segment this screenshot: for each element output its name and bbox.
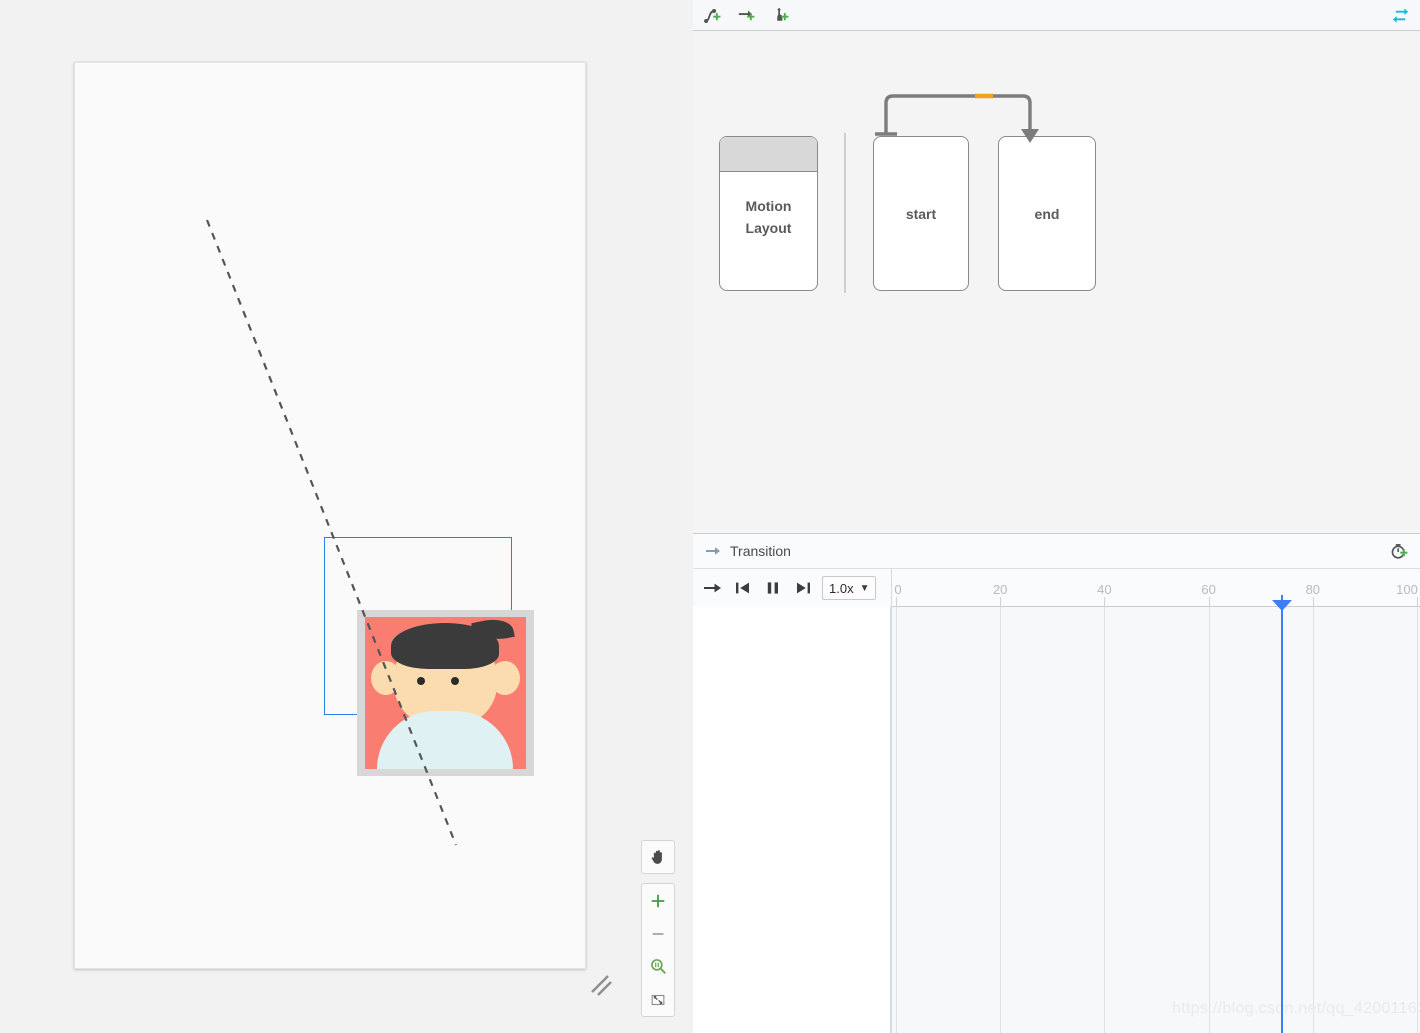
timeline-track-gutter: [693, 607, 891, 1033]
plus-icon: [651, 894, 665, 907]
timeline-tick-label: 100: [1396, 582, 1418, 597]
motion-scene-overview[interactable]: Motion Layout start end: [693, 31, 1420, 534]
timeline-tick-label: 0: [894, 582, 902, 597]
chevron-down-icon: ▼: [859, 582, 870, 594]
timeline-grid-line: [896, 607, 897, 1033]
swap-constraints-button[interactable]: [1386, 1, 1415, 30]
scene-divider: [844, 133, 846, 293]
swap-arrows-icon: [1392, 8, 1409, 23]
timeline-tick-mark: [1208, 597, 1210, 606]
timeline-grid-line: [1208, 607, 1210, 1033]
illustration-shirt: [377, 711, 513, 769]
playback-speed-value: 1.0x: [829, 580, 854, 596]
motion-editor-toolbar: [693, 0, 1420, 31]
create-onswipe-button[interactable]: [766, 1, 795, 30]
avatar-illustration: [365, 617, 526, 769]
playback-controls[interactable]: 1.0x ▼: [693, 569, 891, 607]
add-onclick-icon: [738, 10, 755, 21]
zoom-out-button[interactable]: [642, 917, 674, 950]
magnifier-icon: [650, 959, 666, 975]
design-surface[interactable]: [0, 0, 693, 1033]
create-onclick-button[interactable]: [732, 1, 761, 30]
transition-arrow-icon: [706, 547, 720, 555]
timeline-grid-line: [1104, 607, 1106, 1033]
timeline-tick-mark: [1417, 597, 1418, 606]
avatar-image-view[interactable]: [357, 610, 534, 776]
transition-panel-header: Transition: [693, 534, 1420, 569]
pause-icon: [767, 582, 778, 594]
playback-speed-dropdown[interactable]: 1.0x ▼: [822, 576, 877, 600]
pan-tool-button[interactable]: [641, 840, 675, 874]
add-transition-icon: [704, 9, 721, 24]
fit-screen-button[interactable]: [642, 983, 674, 1016]
arrow-right-icon: [703, 583, 721, 593]
timeline-tick-mark: [1312, 597, 1314, 606]
motion-layout-label-line1: Motion: [745, 198, 792, 215]
timeline-tick-mark: [896, 597, 897, 606]
timeline-grid-line: [1417, 607, 1418, 1033]
play-forward-button[interactable]: [703, 579, 722, 598]
timeline-grid-line: [1312, 607, 1314, 1033]
timeline-tick-mark: [1104, 597, 1106, 606]
pause-button[interactable]: [763, 579, 782, 598]
motion-editor-window: Motion Layout start end Transition 1.0x …: [0, 0, 1420, 1033]
timeline-playhead[interactable]: [1280, 595, 1283, 1033]
constraint-set-end-label: end: [1034, 205, 1060, 222]
timeline-tick-label: 40: [1097, 582, 1112, 597]
motion-editor-pane: Motion Layout start end Transition 1.0x …: [693, 0, 1420, 1033]
zoom-controls-group[interactable]: [641, 883, 675, 1017]
hand-icon: [651, 850, 662, 864]
add-keyframe-button[interactable]: [1384, 536, 1414, 566]
zoom-in-button[interactable]: [642, 884, 674, 917]
minus-icon: [652, 932, 664, 935]
resize-grip-icon[interactable]: [588, 972, 614, 998]
expand-icon: [651, 994, 665, 1005]
canvas-tool-palette[interactable]: [641, 840, 675, 1017]
timeline-playhead-handle[interactable]: [1271, 600, 1292, 611]
skip-to-start-button[interactable]: [733, 579, 752, 598]
add-keyframe-icon: [1391, 543, 1407, 559]
zoom-to-fit-button[interactable]: [642, 950, 674, 983]
create-transition-button[interactable]: [698, 1, 727, 30]
transition-title: Transition: [730, 543, 791, 559]
motion-layout-label-line2: Layout: [745, 220, 792, 236]
timeline-tick-label: 60: [1201, 582, 1216, 597]
timeline-grid-line: [1000, 607, 1002, 1033]
timeline-tick-mark: [1000, 597, 1002, 606]
illustration-eye-left: [417, 677, 425, 685]
constraint-set-start-label: start: [905, 205, 937, 222]
transition-connector[interactable]: [863, 81, 1143, 181]
timeline-track-area[interactable]: [891, 607, 1420, 1033]
timeline-tick-label: 20: [992, 582, 1008, 597]
skip-to-end-button[interactable]: [793, 579, 812, 598]
watermark: https://blog.csdn.net/qq_42001163: [1172, 1000, 1420, 1017]
device-preview-frame[interactable]: [74, 62, 586, 969]
motion-layout-node-header: [720, 137, 817, 172]
motion-layout-node-label: Motion Layout: [746, 172, 792, 290]
timeline-tick-label: 80: [1305, 582, 1321, 597]
motion-layout-node[interactable]: Motion Layout: [719, 136, 818, 291]
add-onswipe-icon: [777, 7, 789, 21]
timeline-ruler[interactable]: 0 20 40 60 80 100: [891, 569, 1420, 607]
transition-panel: Transition 1.0x ▼ 0 20 40 60 80 100: [693, 534, 1420, 1033]
skip-end-icon: [796, 582, 810, 594]
illustration-eye-right: [451, 677, 459, 685]
skip-start-icon: [735, 582, 749, 594]
